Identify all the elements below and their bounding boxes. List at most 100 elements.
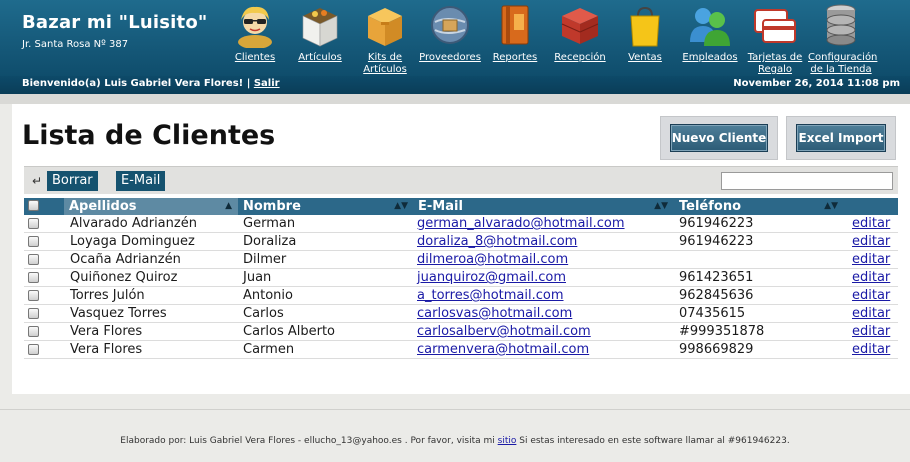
nav-item-tarjetas-de-regalo[interactable]: Tarjetas de Regalo (743, 2, 807, 76)
excel-import-button[interactable]: Excel Import (796, 124, 886, 152)
nav-label: Configuración de la Tienda (808, 52, 878, 75)
edit-link[interactable]: editar (852, 216, 890, 231)
footer-site-link[interactable]: sitio (498, 436, 517, 446)
new-customer-button[interactable]: Nuevo Cliente (670, 124, 768, 152)
email-link[interactable]: german_alvarado@hotmail.com (417, 216, 625, 231)
nav-label: Kits de Artículos (363, 52, 407, 75)
nav-item-recepcion[interactable]: Recepción (548, 2, 612, 64)
new-customer-box: Nuevo Cliente (660, 116, 778, 160)
reception-crate-icon (557, 2, 603, 48)
cell-nombre: Juan (243, 270, 272, 285)
cell-nombre: Carlos Alberto (243, 324, 336, 339)
cell-telefono: 07435615 (679, 306, 746, 321)
footer-credits: Elaborado por: Luis Gabriel Vera Flores … (0, 436, 910, 446)
cell-apellidos: Alvarado Adrianzén (70, 216, 197, 231)
table-row: Vera Flores Carmen carmenvera@hotmail.com 9… (24, 341, 898, 359)
edit-link[interactable]: editar (852, 324, 890, 339)
app-header: Bazar mi "Luisito" Jr. Santa Rosa Nº 387… (0, 0, 910, 76)
logout-link[interactable]: Salir (254, 78, 280, 89)
cell-nombre: Antonio (243, 288, 293, 303)
cell-email: carlosvas@hotmail.com (417, 305, 572, 323)
edit-link[interactable]: editar (852, 270, 890, 285)
column-email[interactable]: E-Mail ▲▼ (414, 198, 674, 215)
email-link[interactable]: doraliza_8@hotmail.com (417, 234, 577, 249)
table-row: Alvarado Adrianzén German german_alvarado@… (24, 215, 898, 233)
column-label: Nombre (243, 199, 301, 214)
edit-link[interactable]: editar (852, 234, 890, 249)
employees-icon (687, 2, 733, 48)
edit-link[interactable]: editar (852, 342, 890, 357)
row-checkbox[interactable] (28, 344, 39, 355)
select-arrow-icon: ↵ (32, 174, 43, 188)
column-nombre[interactable]: Nombre ▲▼ (238, 198, 414, 215)
column-label: Apellidos (69, 199, 137, 214)
cell-apellidos: Loyaga Dominguez (70, 234, 195, 249)
nav-item-ventas[interactable]: Ventas (613, 2, 677, 64)
database-icon (818, 2, 864, 48)
brand: Bazar mi "Luisito" Jr. Santa Rosa Nº 387 (22, 12, 208, 50)
cell-telefono: #999351878 (679, 324, 765, 339)
row-checkbox[interactable] (28, 272, 39, 283)
email-button[interactable]: E-Mail (116, 171, 166, 191)
email-link[interactable]: carmenvera@hotmail.com (417, 342, 589, 357)
row-checkbox[interactable] (28, 236, 39, 247)
store-title: Bazar mi "Luisito" (22, 12, 208, 33)
nav-item-kits-de-articulos[interactable]: Kits de Artículos (353, 2, 417, 76)
shopping-bag-icon (622, 2, 668, 48)
sort-icon: ▲▼ (394, 201, 408, 211)
row-checkbox[interactable] (28, 290, 39, 301)
row-checkbox[interactable] (28, 308, 39, 319)
nav-label: Clientes (234, 52, 276, 63)
cell-edit: editar (852, 305, 890, 323)
edit-link[interactable]: editar (852, 288, 890, 303)
footer: Elaborado por: Luis Gabriel Vera Flores … (0, 409, 910, 462)
select-all-checkbox[interactable] (28, 200, 39, 211)
nav-item-empleados[interactable]: Empleados (678, 2, 742, 64)
status-bar: Bienvenido(a) Luis Gabriel Vera Flores! … (0, 76, 910, 94)
nav-label: Recepción (554, 52, 606, 63)
row-checkbox[interactable] (28, 326, 39, 337)
column-apellidos[interactable]: Apellidos ▲ (64, 198, 238, 215)
email-link[interactable]: carlosalberv@hotmail.com (417, 324, 591, 339)
edit-link[interactable]: editar (852, 306, 890, 321)
cell-edit: editar (852, 269, 890, 287)
sort-asc-icon: ▲ (225, 201, 232, 211)
cell-edit: editar (852, 287, 890, 305)
cell-edit: editar (852, 323, 890, 341)
cell-edit: editar (852, 233, 890, 251)
nav-item-proveedores[interactable]: Proveedores (418, 2, 482, 64)
nav-label: Proveedores (419, 52, 481, 63)
welcome-message: Bienvenido(a) Luis Gabriel Vera Flores! … (22, 78, 280, 89)
customers-table: Apellidos ▲ Nombre ▲▼ E-Mail ▲▼ Teléfono… (24, 198, 898, 359)
search-input[interactable] (721, 172, 893, 190)
edit-link[interactable]: editar (852, 252, 890, 267)
row-checkbox[interactable] (28, 254, 39, 265)
cell-apellidos: Quiñonez Quiroz (70, 270, 178, 285)
nav-item-reportes[interactable]: Reportes (483, 2, 547, 64)
cell-nombre: German (243, 216, 296, 231)
email-link[interactable]: carlosvas@hotmail.com (417, 306, 572, 321)
nav-label: Ventas (628, 52, 662, 63)
main-nav: Clientes Artículos Kits de Artículos Pro… (226, 0, 910, 76)
nav-label: Artículos (298, 52, 342, 63)
email-link[interactable]: dilmeroa@hotmail.com (417, 252, 568, 267)
cell-apellidos: Torres Julón (70, 288, 145, 303)
page-title: Lista de Clientes (22, 120, 276, 151)
cell-nombre: Dilmer (243, 252, 287, 267)
nav-label: Empleados (682, 52, 738, 63)
email-link[interactable]: a_torres@hotmail.com (417, 288, 564, 303)
report-book-icon (492, 2, 538, 48)
cell-edit: editar (852, 341, 890, 359)
email-link[interactable]: juanquiroz@gmail.com (417, 270, 566, 285)
nav-item-articulos[interactable]: Artículos (288, 2, 352, 64)
column-telefono[interactable]: Teléfono ▲▼ (674, 198, 844, 215)
table-row: Ocaña Adrianzén Dilmer dilmeroa@hotmail.co… (24, 251, 898, 269)
delete-button[interactable]: Borrar (47, 171, 98, 191)
gift-card-icon (752, 2, 798, 48)
row-checkbox[interactable] (28, 218, 39, 229)
nav-label: Reportes (492, 52, 538, 63)
nav-item-clientes[interactable]: Clientes (223, 2, 287, 64)
nav-item-configuracion[interactable]: Configuración de la Tienda (808, 2, 878, 76)
cell-email: dilmeroa@hotmail.com (417, 251, 568, 269)
store-address: Jr. Santa Rosa Nº 387 (22, 39, 129, 50)
